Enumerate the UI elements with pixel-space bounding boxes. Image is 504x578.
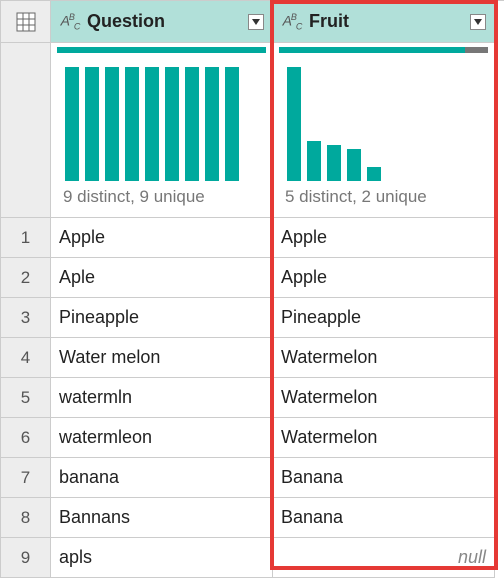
text-type-icon: ABC: [281, 12, 303, 31]
distribution-bars: [51, 53, 272, 185]
column-stats: 5 distinct, 2 unique: [273, 185, 494, 217]
distribution-bar: [145, 67, 159, 181]
distribution-bar: [327, 145, 341, 181]
cell-fruit[interactable]: Apple: [273, 258, 495, 298]
text-type-icon: ABC: [59, 12, 81, 31]
chevron-down-icon: [252, 18, 260, 26]
cell-question[interactable]: watermleon: [51, 418, 273, 458]
distribution-bar: [125, 67, 139, 181]
cell-fruit[interactable]: Watermelon: [273, 418, 495, 458]
distribution-bar: [367, 167, 381, 181]
distribution-bar: [347, 149, 361, 181]
column-filter-dropdown[interactable]: [470, 14, 486, 30]
distribution-bar: [225, 67, 239, 181]
distribution-bar: [287, 67, 301, 181]
row-number[interactable]: 7: [1, 458, 51, 498]
column-filter-dropdown[interactable]: [248, 14, 264, 30]
row-number[interactable]: 8: [1, 498, 51, 538]
distribution-bar: [185, 67, 199, 181]
column-header-question[interactable]: ABC Question: [51, 1, 273, 43]
column-header-fruit[interactable]: ABC Fruit: [273, 1, 495, 43]
cell-question[interactable]: Water melon: [51, 338, 273, 378]
cell-fruit[interactable]: Banana: [273, 458, 495, 498]
cell-fruit[interactable]: Watermelon: [273, 338, 495, 378]
column-name: Question: [87, 11, 242, 32]
row-number[interactable]: 3: [1, 298, 51, 338]
distribution-bar: [85, 67, 99, 181]
column-name: Fruit: [309, 11, 464, 32]
chevron-down-icon: [474, 18, 482, 26]
row-number[interactable]: 1: [1, 218, 51, 258]
cell-question[interactable]: Pineapple: [51, 298, 273, 338]
row-number[interactable]: 6: [1, 418, 51, 458]
distribution-bar: [105, 67, 119, 181]
cell-question[interactable]: Aple: [51, 258, 273, 298]
column-stats: 9 distinct, 9 unique: [51, 185, 272, 217]
row-gutter: [1, 43, 51, 218]
table-icon: [16, 12, 36, 32]
cell-question[interactable]: Bannans: [51, 498, 273, 538]
cell-question[interactable]: apls: [51, 538, 273, 578]
cell-fruit[interactable]: Banana: [273, 498, 495, 538]
select-all-corner[interactable]: [1, 1, 51, 43]
distribution-bar: [307, 141, 321, 181]
distribution-bar: [165, 67, 179, 181]
row-number[interactable]: 2: [1, 258, 51, 298]
cell-fruit[interactable]: Apple: [273, 218, 495, 258]
cell-question[interactable]: banana: [51, 458, 273, 498]
cell-question[interactable]: watermln: [51, 378, 273, 418]
distribution-bar: [65, 67, 79, 181]
cell-fruit[interactable]: Watermelon: [273, 378, 495, 418]
distribution-bars: [273, 53, 494, 185]
cell-fruit[interactable]: null: [273, 538, 495, 578]
cell-fruit[interactable]: Pineapple: [273, 298, 495, 338]
row-number[interactable]: 9: [1, 538, 51, 578]
row-number[interactable]: 5: [1, 378, 51, 418]
cell-question[interactable]: Apple: [51, 218, 273, 258]
distribution-bar: [205, 67, 219, 181]
data-preview-grid: ABC Question ABC Fruit 9 distinct, 9 uni…: [0, 0, 504, 578]
column-profile-question: 9 distinct, 9 unique: [51, 43, 273, 218]
column-profile-fruit: 5 distinct, 2 unique: [273, 43, 495, 218]
row-number[interactable]: 4: [1, 338, 51, 378]
